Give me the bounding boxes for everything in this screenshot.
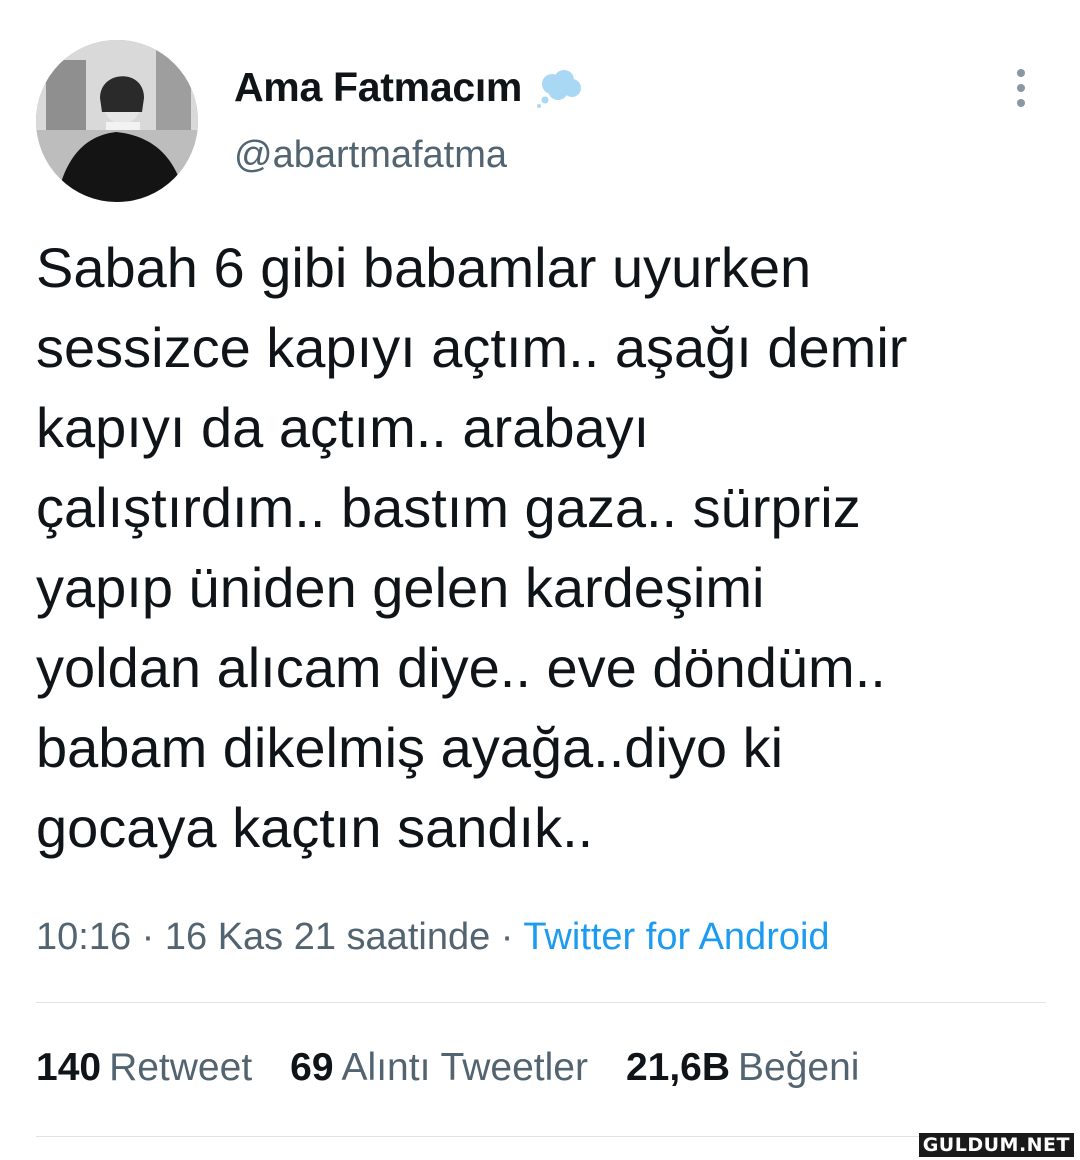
- tweet-line: yoldan alıcam diye.. eve döndüm..: [36, 636, 886, 699]
- thought-bubble-icon: [537, 69, 582, 108]
- more-vertical-icon[interactable]: [1000, 64, 1042, 112]
- tweet-line: sessizce kapıyı açtım.. aşağı demir: [36, 316, 908, 379]
- likes-label: Beğeni: [738, 1046, 860, 1089]
- retweets-count: 140: [36, 1046, 102, 1089]
- divider: [36, 1002, 1046, 1003]
- avatar[interactable]: [36, 40, 198, 202]
- likes-stat[interactable]: 21,6B Beğeni: [626, 1046, 860, 1090]
- likes-count: 21,6B: [625, 1046, 731, 1089]
- tweet-line: yapıp üniden gelen kardeşimi: [36, 556, 765, 619]
- quotes-count: 69: [290, 1046, 334, 1089]
- watermark: GULDUM.NET: [918, 1133, 1074, 1157]
- divider: [36, 1136, 1046, 1137]
- tweet-line: kapıyı da açtım.. arabayı: [36, 396, 650, 459]
- tweet-text: Sabah 6 gibi babamlar uyurken sessizce k…: [36, 228, 1066, 868]
- quotes-stat[interactable]: 69 Alıntı Tweetler: [290, 1046, 588, 1090]
- tweet-source-link[interactable]: Twitter for Android: [523, 916, 829, 958]
- user-handle[interactable]: @abartmafatma: [234, 134, 507, 177]
- tweet-stats: 140 Retweet 69 Alıntı Tweetler 21,6B Beğeni: [36, 1046, 859, 1090]
- profile-photo: [36, 40, 198, 202]
- tweet-line: çalıştırdım.. bastım gaza.. sürpriz: [36, 476, 861, 539]
- retweets-label: Retweet: [109, 1046, 253, 1089]
- display-name[interactable]: Ama Fatmacım: [234, 64, 584, 111]
- retweets-stat[interactable]: 140 Retweet: [36, 1046, 252, 1090]
- tweet-meta: 10:16 · 16 Kas 21 saatinde · Twitter for…: [36, 916, 830, 959]
- display-name-text: Ama Fatmacım: [234, 64, 523, 110]
- quotes-label: Alıntı Tweetler: [341, 1046, 588, 1089]
- tweet-line: gocaya kaçtın sandık..: [36, 796, 594, 859]
- tweet-line: Sabah 6 gibi babamlar uyurken: [36, 236, 812, 299]
- tweet-line: babam dikelmiş ayağa..diyo ki: [36, 716, 784, 779]
- tweet-timestamp[interactable]: 10:16 · 16 Kas 21 saatinde ·: [36, 916, 523, 958]
